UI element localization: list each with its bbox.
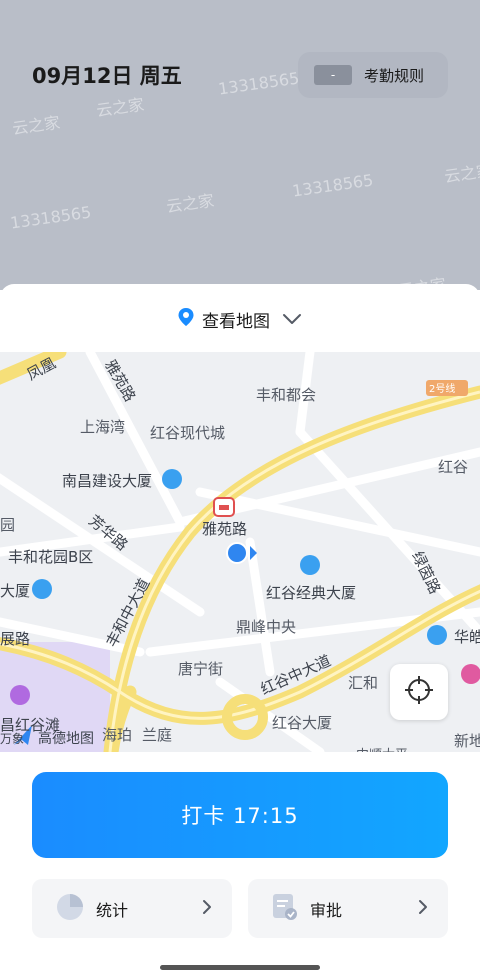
map-label: 华皓 [454, 628, 480, 646]
map-label: 万象 [0, 732, 25, 746]
map-label: 中顺大平 [356, 744, 408, 752]
crosshair-icon [404, 675, 434, 709]
punch-in-label: 打卡 17:15 [181, 804, 299, 828]
watermark-text: 云之家 [95, 94, 146, 121]
statistics-tile[interactable]: 统计 [32, 879, 232, 938]
map-label: 海珀 [102, 726, 133, 744]
map-label: 丰和都会 [256, 386, 317, 404]
rules-label: 考勤规则 [364, 66, 425, 85]
map-label: 红谷 [438, 458, 469, 476]
map-label: 红谷大厦 [272, 714, 333, 732]
view-map-label: 查看地图 [202, 311, 270, 332]
map-label: 鼎峰中央 [236, 618, 297, 636]
view-map-toggle[interactable]: 查看地图 [0, 286, 480, 352]
watermark-text: 13318565 [291, 170, 375, 201]
gaode-logo-text: 高德地图 [38, 731, 94, 747]
map-label: 2号线 [429, 384, 456, 395]
chevron-right-icon [202, 899, 212, 919]
watermark-text: 13318565 [9, 202, 93, 233]
map-label: 红谷经典大厦 [266, 584, 357, 602]
location-pin-icon [178, 308, 194, 330]
statistics-label: 统计 [96, 900, 129, 920]
attendance-rules-button[interactable]: - 考勤规则 [298, 52, 448, 98]
header-area: 13318565 云之家 13318565 云之家 13318565 云之家 云… [0, 0, 480, 290]
watermark-text: 13318565 [217, 68, 301, 99]
map-label: 南昌建设大厦 [62, 472, 153, 490]
home-indicator [160, 965, 320, 970]
watermark-text: 云之家 [165, 190, 216, 217]
punch-in-button[interactable]: 打卡 17:15 [32, 772, 448, 858]
map-label: 上海湾 [80, 418, 126, 436]
approval-label: 审批 [310, 900, 343, 920]
map-label: 园 [0, 516, 16, 534]
map-label: 展路 [0, 630, 31, 648]
map-label: 大厦 [0, 582, 31, 600]
watermark-text: 云之家 [443, 160, 480, 187]
date-title: 09月12日 周五 [32, 64, 182, 88]
map-label: 雅苑路 [202, 520, 248, 538]
map-label: 唐宁街 [178, 660, 224, 678]
map-label: 新地 [454, 732, 480, 750]
watermark-text: 云之家 [11, 112, 62, 139]
map-label: 丰和花园B区 [8, 548, 94, 566]
rules-chip: - [314, 65, 352, 85]
approval-doc-icon [272, 893, 298, 925]
approval-tile[interactable]: 审批 [248, 879, 448, 938]
chevron-right-icon [418, 899, 428, 919]
pie-chart-icon [56, 893, 84, 925]
map-label: 兰庭 [142, 726, 173, 744]
recenter-location-button[interactable] [390, 664, 448, 720]
map-label: 红谷现代城 [150, 424, 226, 442]
chevron-down-icon [282, 310, 302, 329]
map-label: 汇和 [348, 674, 379, 692]
